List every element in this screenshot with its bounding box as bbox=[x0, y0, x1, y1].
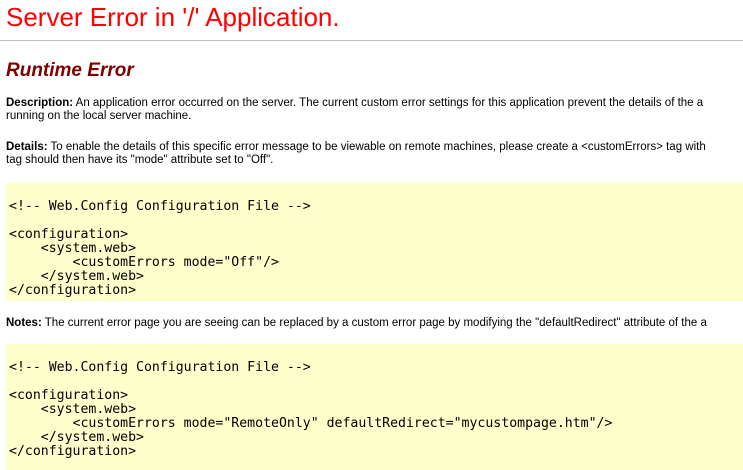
details-text-continued: tag should then have its "mode" attribut… bbox=[6, 154, 274, 166]
config-code-block-2: <!-- Web.Config Configuration File --> <… bbox=[6, 344, 743, 470]
code-comment: <!-- Web.Config Configuration File --> bbox=[9, 199, 311, 214]
description-text: An application error occurred on the ser… bbox=[73, 97, 704, 109]
notes-paragraph: Notes: The current error page you are se… bbox=[6, 317, 707, 330]
notes-label: Notes: bbox=[6, 317, 42, 329]
code-line: <system.web> bbox=[9, 241, 137, 256]
code-line: <configuration> bbox=[9, 388, 129, 403]
details-label: Details: bbox=[6, 141, 48, 153]
code-line: </configuration> bbox=[9, 283, 137, 298]
code-line: </system.web> bbox=[9, 269, 144, 284]
details-text: To enable the details of this specific e… bbox=[47, 141, 706, 153]
code-comment: <!-- Web.Config Configuration File --> bbox=[9, 360, 311, 375]
error-subtitle: Runtime Error bbox=[6, 60, 134, 81]
config-code-block-1: <!-- Web.Config Configuration File --> <… bbox=[6, 183, 743, 301]
details-paragraph: Details: To enable the details of this s… bbox=[6, 141, 706, 167]
code-line: <system.web> bbox=[9, 402, 137, 417]
page-title: Server Error in '/' Application. bbox=[6, 2, 340, 32]
description-paragraph: Description: An application error occurr… bbox=[6, 97, 703, 123]
notes-text: The current error page you are seeing ca… bbox=[41, 317, 707, 329]
code-line: </system.web> bbox=[9, 430, 144, 445]
description-text-continued: running on the local server machine. bbox=[6, 110, 192, 122]
code-line: </configuration> bbox=[9, 444, 137, 459]
code-line: <configuration> bbox=[9, 227, 129, 242]
description-label: Description: bbox=[6, 97, 74, 109]
divider bbox=[0, 40, 743, 41]
code-line: <customErrors mode="Off"/> bbox=[9, 255, 279, 270]
code-line: <customErrors mode="RemoteOnly" defaultR… bbox=[9, 416, 613, 431]
